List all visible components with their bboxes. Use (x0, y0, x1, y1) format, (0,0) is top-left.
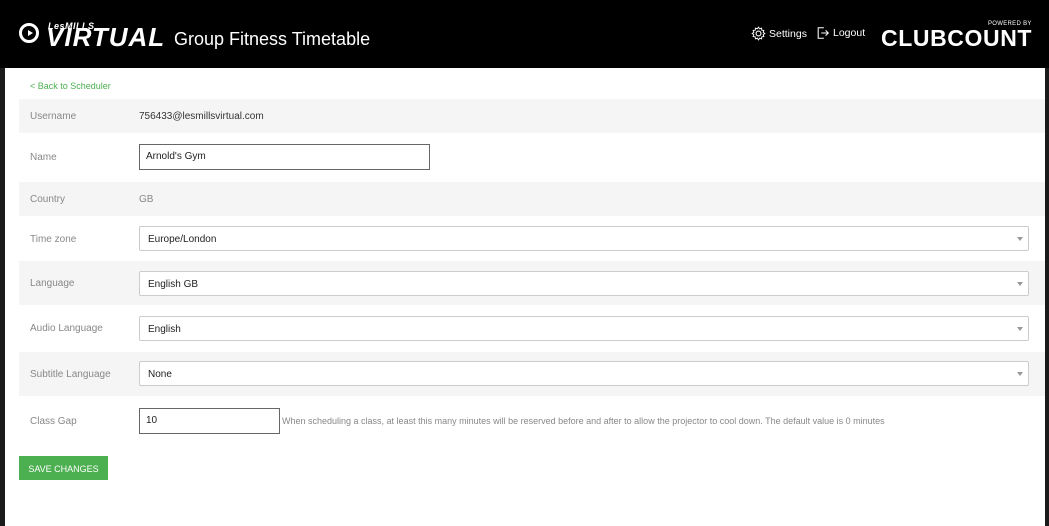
name-label: Name (30, 152, 57, 163)
settings-panel: < Back to Scheduler Username 756433@lesm… (5, 68, 1045, 526)
language-select[interactable]: English GB (139, 271, 1029, 296)
class-gap-input[interactable]: 10 (139, 408, 280, 434)
language-selected: English GB (148, 279, 199, 290)
settings-link[interactable]: Settings (751, 26, 807, 41)
chevron-down-icon (1017, 372, 1023, 376)
language-label: Language (30, 278, 75, 289)
clubcount-logo[interactable]: CLUBCOUNT (881, 25, 1032, 52)
subtitle-language-label: Subtitle Language (30, 369, 111, 380)
subtitle-language-selected: None (148, 369, 172, 380)
chevron-down-icon (1017, 327, 1023, 331)
subtitle-language-select[interactable]: None (139, 361, 1029, 386)
audio-language-select[interactable]: English (139, 316, 1029, 341)
logout-link[interactable]: Logout (816, 26, 865, 40)
timezone-row: Time zone Europe/London (19, 221, 1045, 257)
class-gap-hint: When scheduling a class, at least this m… (282, 416, 885, 426)
username-value: 756433@lesmillsvirtual.com (139, 111, 264, 122)
gear-icon (751, 26, 766, 41)
username-row: Username 756433@lesmillsvirtual.com (19, 99, 1045, 133)
app-header: LesMILLS VIRTUAL Group Fitness Timetable… (0, 0, 1049, 68)
logout-icon (816, 26, 830, 40)
play-circle-icon (19, 23, 39, 43)
name-row: Name Arnold's Gym (19, 138, 1045, 178)
settings-label: Settings (769, 27, 807, 40)
subtitle-language-row: Subtitle Language None (19, 352, 1045, 396)
country-label: Country (30, 194, 66, 205)
back-to-scheduler-link[interactable]: < Back to Scheduler (30, 81, 111, 91)
class-gap-row: Class Gap 10 When scheduling a class, at… (19, 400, 1045, 442)
class-gap-label: Class Gap (30, 416, 77, 427)
audio-language-row: Audio Language English (19, 308, 1045, 348)
chevron-down-icon (1017, 282, 1023, 286)
chevron-down-icon (1017, 237, 1023, 241)
country-row: Country GB (19, 182, 1045, 216)
logo-large-text: VIRTUAL (46, 22, 166, 52)
timezone-label: Time zone (30, 234, 77, 245)
timezone-select[interactable]: Europe/London (139, 226, 1029, 251)
app-title: Group Fitness Timetable (174, 29, 371, 49)
logout-label: Logout (833, 27, 866, 39)
audio-language-label: Audio Language (30, 323, 103, 334)
language-row: Language English GB (19, 261, 1045, 305)
timezone-selected: Europe/London (148, 234, 217, 245)
country-value: GB (139, 194, 154, 205)
username-label: Username (30, 111, 77, 122)
save-changes-button[interactable]: SAVE CHANGES (19, 456, 108, 480)
name-input[interactable]: Arnold's Gym (139, 144, 430, 170)
audio-language-selected: English (148, 324, 181, 335)
